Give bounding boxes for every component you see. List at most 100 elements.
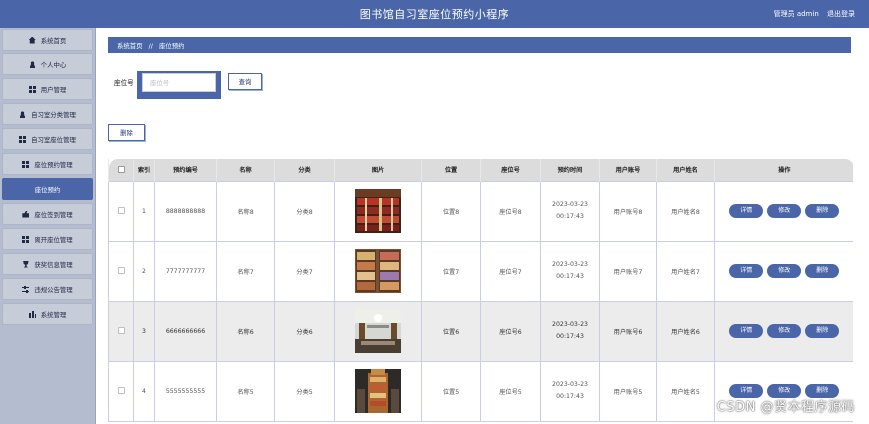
csdn-watermark: CSDN @贤本程序源码 (716, 400, 855, 415)
column-header: 操作 (714, 159, 853, 181)
row-checkbox[interactable] (117, 327, 125, 335)
breadcrumb: 系统首页 // 座位预约 (108, 37, 851, 53)
detail-button[interactable]: 详情 (729, 324, 764, 338)
sidebar-item-label: 自习室座位管理 (31, 135, 76, 144)
cell-location: 位置6 (421, 300, 481, 362)
cell-booking-no: 8888888888 (154, 180, 217, 242)
cell-username: 用户姓名7 (656, 240, 715, 302)
cell-time: 2023-03-23 00:17:43 (540, 300, 600, 362)
sidebar-item-home[interactable]: 系统首页 (2, 29, 93, 51)
cell-booking-no: 6666666666 (154, 300, 217, 362)
row-checkbox[interactable] (117, 387, 125, 395)
table-row: 1 8888888888 名称8 分类8 位置8 座位号8 2023-03-23… (108, 180, 853, 242)
sidebar-item-seat-booking-mgmt[interactable]: 座位预约管理 (2, 153, 93, 175)
detail-button[interactable]: 详情 (729, 264, 764, 278)
chart-icon (28, 310, 36, 318)
column-header: 预约编号 (154, 159, 217, 181)
batch-delete-button[interactable]: 删除 (108, 124, 145, 141)
trophy-icon (23, 260, 29, 268)
sidebar: 系统首页 个人中心 用户管理 自习室分类管理 自习室座位管理 座位预约管理 座位… (0, 28, 96, 424)
sidebar-item-room-categories[interactable]: 自习室分类管理 (2, 103, 93, 125)
cell-username: 用户姓名5 (656, 360, 715, 422)
cell-name: 名称5 (216, 360, 275, 422)
cell-username: 用户姓名6 (656, 300, 715, 362)
grid-icon (28, 85, 36, 93)
sidebar-item-label: 离开座位管理 (34, 235, 73, 244)
cell-category: 分类8 (274, 180, 335, 242)
cell-index: 4 (133, 360, 155, 422)
admin-user-label: 管理员 admin (773, 10, 819, 18)
cell-category: 分类6 (274, 300, 335, 362)
edit-button[interactable]: 修改 (767, 264, 802, 278)
cell-name: 名称8 (216, 180, 275, 242)
delete-button[interactable]: 删除 (805, 324, 840, 338)
cell-seat: 座位号6 (480, 300, 541, 362)
cell-index: 3 (133, 300, 155, 362)
sidebar-item-profile[interactable]: 个人中心 (2, 53, 93, 75)
cell-actions: 详情 修改 删除 (714, 240, 853, 302)
column-header: 位置 (421, 159, 481, 181)
cell-seat: 座位号7 (480, 240, 541, 302)
sidebar-item-label: 自习室分类管理 (31, 110, 76, 119)
cell-index: 2 (133, 240, 155, 302)
logout-link[interactable]: 退出登录 (827, 10, 855, 18)
breadcrumb-home[interactable]: 系统首页 (117, 42, 143, 50)
cell-time: 2023-03-23 00:17:43 (540, 180, 600, 242)
row-checkbox[interactable] (117, 267, 125, 275)
cell-time: 2023-03-23 00:17:43 (540, 360, 600, 422)
reading-room-photo (355, 309, 401, 353)
cell-actions: 详情 修改 删除 (714, 180, 853, 242)
cell-actions: 详情 修改 删除 (714, 300, 853, 362)
cell-account: 用户账号5 (599, 360, 657, 422)
column-header: 图片 (334, 159, 422, 181)
cell-booking-no: 5555555555 (154, 360, 217, 422)
thumb-icon (22, 210, 30, 218)
sidebar-item-leave-seat[interactable]: 离开座位管理 (2, 228, 93, 250)
query-button[interactable]: 查询 (228, 73, 262, 90)
top-header: 图书馆自习室座位预约小程序 管理员 admin 退出登录 (0, 0, 869, 28)
breadcrumb-current: 座位预约 (158, 42, 185, 50)
booking-table: 索引 预约编号 名称 分类 图片 位置 座位号 预约时间 用户账号 用户姓名 操… (108, 159, 853, 424)
delete-button[interactable]: 删除 (805, 264, 840, 278)
table-header-row: 索引 预约编号 名称 分类 图片 位置 座位号 预约时间 用户账号 用户姓名 操… (108, 159, 853, 181)
sidebar-item-seat-booking[interactable]: 座位预约 (2, 178, 93, 200)
breadcrumb-separator: // (148, 42, 153, 50)
column-header: 名称 (216, 159, 275, 181)
column-header: 座位号 (480, 159, 541, 181)
select-all-checkbox[interactable] (117, 166, 125, 173)
user-icon (19, 110, 27, 118)
edit-button[interactable]: 修改 (767, 324, 802, 338)
column-header: 索引 (133, 159, 155, 181)
cell-image (334, 360, 422, 422)
row-checkbox[interactable] (117, 207, 125, 215)
column-header: 预约时间 (540, 159, 600, 181)
grid-icon (22, 160, 30, 168)
column-header: 用户姓名 (656, 159, 715, 181)
detail-button[interactable]: 详情 (729, 204, 764, 218)
cell-location: 位置8 (421, 180, 481, 242)
seat-number-input[interactable] (142, 73, 216, 92)
sidebar-item-label: 违规公告管理 (34, 285, 73, 294)
delete-button[interactable]: 删除 (805, 204, 840, 218)
sidebar-item-label: 座位预约管理 (34, 160, 73, 169)
edit-button[interactable]: 修改 (767, 204, 802, 218)
cell-seat: 座位号8 (480, 180, 541, 242)
cell-seat: 座位号5 (480, 360, 541, 422)
cell-account: 用户账号6 (599, 300, 657, 362)
sidebar-item-users[interactable]: 用户管理 (2, 78, 93, 100)
select-all-cell (108, 159, 134, 181)
sidebar-item-awards[interactable]: 获奖信息管理 (2, 253, 93, 275)
sidebar-item-room-seats[interactable]: 自习室座位管理 (2, 128, 93, 150)
cell-category: 分类5 (274, 360, 335, 422)
column-header: 用户账号 (599, 159, 657, 181)
sidebar-item-system[interactable]: 系统管理 (2, 303, 93, 325)
grid-icon (22, 235, 30, 243)
cell-account: 用户账号7 (599, 240, 657, 302)
app-title: 图书馆自习室座位预约小程序 (359, 8, 510, 21)
cell-category: 分类7 (274, 240, 335, 302)
table-row: 2 7777777777 名称7 分类7 位置7 座位号7 2023-03-23… (108, 240, 853, 302)
sidebar-item-checkin[interactable]: 座位签到管理 (2, 203, 93, 225)
sidebar-item-label: 用户管理 (40, 85, 67, 94)
cell-name: 名称6 (216, 300, 275, 362)
sidebar-item-violations[interactable]: 违规公告管理 (2, 278, 93, 300)
